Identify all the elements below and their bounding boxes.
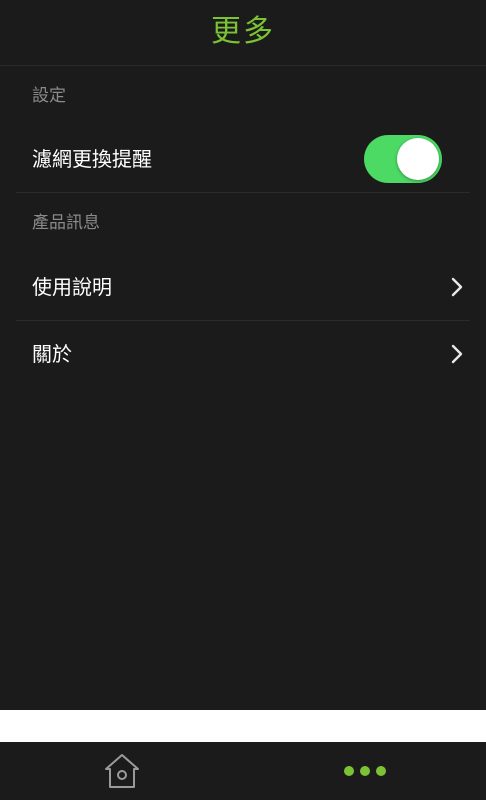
chevron-right-icon (451, 277, 463, 297)
about-label: 關於 (32, 342, 72, 366)
section-label-settings: 設定 (32, 86, 66, 106)
tab-bar (0, 742, 486, 800)
section-label-product-info: 產品訊息 (32, 213, 100, 233)
chevron-right-icon (451, 344, 463, 364)
filter-reminder-row: 濾網更換提醒 (16, 128, 470, 190)
toggle-knob (397, 138, 439, 180)
home-icon (104, 754, 139, 788)
more-dots-icon (343, 766, 386, 776)
tab-more[interactable] (243, 742, 486, 800)
list-item-instructions[interactable]: 使用說明 (16, 256, 470, 318)
divider (16, 320, 470, 321)
page-title: 更多 (211, 13, 275, 49)
filter-reminder-label: 濾網更換提醒 (32, 147, 152, 171)
header: 更多 (0, 0, 486, 66)
tab-home[interactable] (0, 742, 243, 800)
list-item-about[interactable]: 關於 (16, 323, 470, 385)
filter-reminder-toggle[interactable] (364, 135, 442, 183)
divider (16, 192, 470, 193)
instructions-label: 使用說明 (32, 275, 112, 299)
bottom-white-bar (0, 710, 486, 742)
